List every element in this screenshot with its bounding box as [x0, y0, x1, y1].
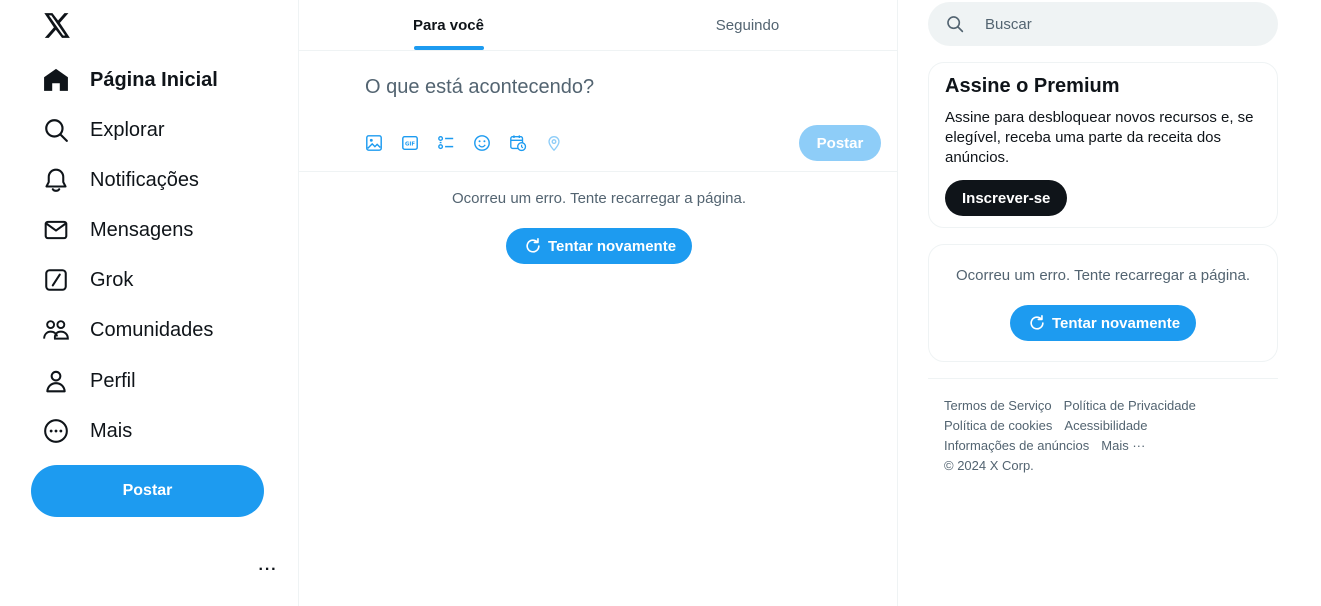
error-message: Ocorreu um erro. Tente recarregar a pági…	[955, 267, 1251, 284]
footer-row: Política de cookies Acessibilidade	[944, 416, 1274, 436]
sidebar-item-label: Comunidades	[90, 318, 214, 341]
search-icon	[946, 14, 966, 34]
emoji-icon[interactable]	[471, 132, 507, 154]
left-sidebar: Página Inicial Explorar Notificações Men…	[0, 0, 298, 606]
trends-error-card: Ocorreu um erro. Tente recarregar a pági…	[928, 244, 1278, 362]
search-icon	[42, 116, 70, 144]
svg-text:GIF: GIF	[405, 142, 415, 148]
timeline-error: Ocorreu um erro. Tente recarregar a pági…	[299, 190, 899, 264]
post-button[interactable]: Postar	[31, 465, 264, 517]
bell-icon	[42, 166, 70, 194]
error-message: Ocorreu um erro. Tente recarregar a pági…	[451, 190, 747, 207]
refresh-icon	[526, 237, 540, 253]
retry-label: Tentar novamente	[547, 237, 677, 255]
footer-link-more[interactable]: Mais ···	[1101, 438, 1145, 453]
home-icon	[42, 66, 70, 94]
communities-icon	[42, 316, 70, 344]
sidebar-item-grok[interactable]: Grok	[42, 262, 133, 298]
tab-label: Para você	[413, 16, 484, 34]
gif-icon[interactable]: GIF	[399, 132, 435, 154]
premium-description: Assine para desbloquear novos recursos e…	[945, 109, 1254, 166]
grok-icon	[42, 266, 70, 294]
subscribe-button[interactable]: Inscrever-se	[945, 180, 1068, 216]
location-icon[interactable]	[543, 132, 579, 154]
person-icon	[42, 367, 70, 395]
mail-icon	[42, 216, 70, 244]
sidebar-item-label: Perfil	[90, 369, 136, 392]
post-composer: O que está acontecendo? GIF Postar	[299, 51, 897, 172]
composer-input[interactable]: O que está acontecendo?	[365, 76, 594, 99]
image-icon[interactable]	[363, 132, 399, 154]
footer-link-accessibility[interactable]: Acessibilidade	[1064, 418, 1147, 433]
retry-label: Tentar novamente	[1051, 314, 1181, 332]
sidebar-item-communities[interactable]: Comunidades	[42, 312, 213, 348]
schedule-icon[interactable]	[507, 132, 543, 154]
sidebar-item-label: Grok	[90, 268, 134, 291]
footer-link-cookies[interactable]: Política de cookies	[944, 418, 1052, 433]
footer-row: Termos de Serviço Política de Privacidade	[944, 396, 1274, 416]
more-circle-icon	[42, 417, 70, 445]
tab-for-you[interactable]: Para você	[299, 0, 598, 50]
active-tab-indicator	[413, 46, 484, 50]
search-input[interactable]	[985, 15, 1245, 33]
poll-icon[interactable]	[435, 132, 471, 154]
sidebar-item-explore[interactable]: Explorar	[42, 112, 164, 148]
footer: Termos de Serviço Política de Privacidade…	[944, 396, 1274, 476]
sidebar-item-profile[interactable]: Perfil	[42, 363, 136, 399]
composer-post-button[interactable]: Postar	[799, 125, 881, 161]
sidebar-item-label: Página Inicial	[90, 68, 218, 91]
retry-button[interactable]: Tentar novamente	[505, 228, 693, 264]
main-timeline: Para você Seguindo O que está acontecend…	[298, 0, 898, 606]
retry-button[interactable]: Tentar novamente	[1009, 305, 1197, 341]
search-bar	[928, 2, 1278, 46]
tab-label: Seguindo	[715, 16, 780, 34]
x-logo-icon[interactable]	[41, 9, 73, 41]
footer-link-terms[interactable]: Termos de Serviço	[944, 398, 1052, 413]
footer-link-privacy[interactable]: Política de Privacidade	[1064, 398, 1196, 413]
composer-toolbar: GIF	[363, 132, 579, 154]
timeline-tabs: Para você Seguindo	[299, 0, 897, 51]
premium-card: Assine o Premium Assine para desbloquear…	[928, 62, 1278, 228]
sidebar-item-label: Explorar	[90, 118, 165, 141]
sidebar-item-label: Mensagens	[90, 218, 194, 241]
footer-row: Informações de anúncios Mais ···	[944, 436, 1274, 456]
footer-divider	[928, 378, 1278, 379]
tab-following[interactable]: Seguindo	[598, 0, 897, 50]
copyright: © 2024 X Corp.	[944, 458, 1034, 473]
refresh-icon	[1030, 314, 1044, 330]
footer-link-ads-info[interactable]: Informações de anúncios	[944, 438, 1089, 453]
sidebar-item-messages[interactable]: Mensagens	[42, 212, 193, 248]
sidebar-item-notifications[interactable]: Notificações	[42, 162, 199, 198]
account-menu-button[interactable]: ···	[255, 560, 281, 580]
sidebar-item-more[interactable]: Mais	[42, 413, 132, 449]
sidebar-item-label: Notificações	[90, 168, 199, 191]
sidebar-item-home[interactable]: Página Inicial	[42, 62, 218, 98]
premium-title: Assine o Premium	[945, 75, 1120, 97]
sidebar-item-label: Mais	[90, 419, 133, 442]
